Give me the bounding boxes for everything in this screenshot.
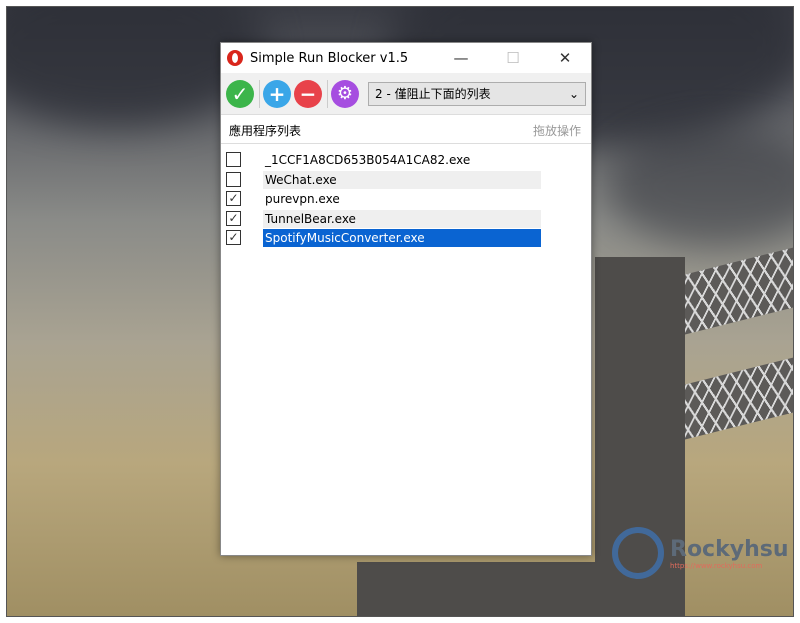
close-button[interactable]: ✕ — [539, 43, 591, 73]
checkbox[interactable]: ✓ — [226, 210, 241, 226]
gear-icon[interactable]: ⚙ — [331, 79, 359, 108]
maximize-button[interactable]: ☐ — [487, 43, 539, 73]
list-header: 應用程序列表 拖放操作 — [221, 117, 591, 144]
list-item[interactable]: WeChat.exe — [221, 170, 591, 190]
list-item[interactable]: ✓ SpotifyMusicConverter.exe — [221, 228, 591, 248]
plus-icon[interactable]: + — [263, 79, 291, 108]
app-logo-icon — [227, 50, 243, 66]
app-window: Simple Run Blocker v1.5 — ☐ ✕ ✓ + − ⚙ 2 … — [220, 42, 592, 556]
divider — [259, 79, 260, 108]
title-bar[interactable]: Simple Run Blocker v1.5 — ☐ ✕ — [221, 43, 591, 73]
divider — [327, 79, 328, 108]
list-title: 應用程序列表 — [229, 123, 302, 138]
watermark-url: https://www.rockyhsu.com — [670, 561, 763, 570]
list-item-label[interactable]: purevpn.exe — [263, 190, 541, 208]
watermark-name: Rockyhsu — [670, 536, 789, 562]
window-title: Simple Run Blocker v1.5 — [250, 50, 409, 66]
minimize-button[interactable]: — — [435, 43, 487, 73]
list-item-label[interactable]: SpotifyMusicConverter.exe — [263, 229, 541, 247]
list-item[interactable]: ✓ TunnelBear.exe — [221, 209, 591, 229]
list-item[interactable]: ✓ purevpn.exe — [221, 189, 591, 209]
list-item-label[interactable]: TunnelBear.exe — [263, 209, 541, 228]
checkbox[interactable]: ✓ — [226, 230, 241, 245]
checkbox[interactable]: ✓ — [226, 191, 241, 206]
chevron-down-icon: ⌄ — [568, 86, 579, 101]
check-icon[interactable]: ✓ — [226, 79, 254, 108]
watermark-logo — [612, 527, 664, 579]
minus-icon[interactable]: − — [294, 79, 322, 108]
list-item[interactable]: _1CCF1A8CD653B054A1CA82.exe — [221, 150, 591, 170]
watermark: Rockyhsu https://www.rockyhsu.com — [612, 527, 789, 579]
app-list: _1CCF1A8CD653B054A1CA82.exe WeChat.exe ✓ pu… — [221, 144, 591, 248]
mode-select[interactable]: 2 - 僅阻止下面的列表 ⌄ — [368, 81, 586, 106]
drag-drop-hint: 拖放操作 — [532, 123, 581, 138]
toolbar: ✓ + − ⚙ 2 - 僅阻止下面的列表 ⌄ — [221, 73, 591, 115]
list-item-label[interactable]: WeChat.exe — [263, 170, 541, 189]
list-item-label[interactable]: _1CCF1A8CD653B054A1CA82.exe — [263, 151, 541, 169]
checkbox[interactable] — [226, 152, 241, 167]
mode-value: 2 - 僅阻止下面的列表 — [375, 87, 491, 101]
checkbox[interactable] — [226, 171, 241, 187]
